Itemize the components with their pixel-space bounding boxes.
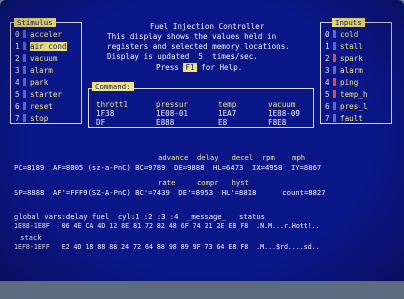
stimulus-indicator-icon	[23, 54, 26, 62]
stimulus-item-number: 6	[15, 102, 20, 111]
stimulus-item[interactable]: 1 air cond	[15, 42, 67, 51]
intro-line-2: registers and selected memory locations.	[107, 42, 290, 51]
memory-line-2: 1EF8-1EFF E2 4D 18 88 88 24 72 64 88 98 …	[14, 243, 320, 251]
stimulus-item-number: 1	[15, 42, 20, 51]
stimulus-indicator-icon	[23, 30, 26, 38]
command-value2-pressure: E888	[156, 118, 175, 127]
inputs-item-label: ping	[340, 78, 359, 87]
command-value-throttle: 1F38	[96, 109, 115, 118]
inputs-item[interactable]: 5 temp_h	[325, 90, 367, 99]
stimulus-item[interactable]: 7 stop	[15, 114, 48, 123]
stimulus-indicator-icon	[23, 42, 26, 50]
inputs-item-number: 0	[325, 30, 330, 39]
stimulus-item-label: stop	[30, 114, 49, 123]
stimulus-item[interactable]: 3 alarm	[15, 66, 53, 75]
intro-line-1: This display shows the values held in	[107, 32, 277, 41]
stimulus-item[interactable]: 0 acceler	[15, 30, 62, 39]
stimulus-item-number: 5	[15, 90, 20, 99]
inputs-indicator-icon	[333, 78, 336, 86]
stimulus-item-number: 3	[15, 66, 20, 75]
command-header-temp: temp	[218, 100, 237, 109]
inputs-item[interactable]: 0 cold	[325, 30, 358, 39]
stimulus-item-label: park	[30, 78, 49, 87]
command-header-throttle: thrott1	[96, 100, 129, 109]
command-value-pressure: 1E08-01	[156, 109, 189, 118]
stimulus-indicator-icon	[23, 66, 26, 74]
command-value-temp: 1EA7	[218, 109, 237, 118]
inputs-item-label: alarm	[340, 66, 363, 75]
stimulus-item-number: 0	[15, 30, 20, 39]
stimulus-item-label: vacuum	[30, 54, 58, 63]
inputs-item-label: spark	[340, 54, 363, 63]
inputs-item[interactable]: 6 pres_l	[325, 102, 367, 111]
stimulus-item-label: starter	[30, 90, 63, 99]
command-header-vacuum: vacuum	[268, 100, 296, 109]
help-post: for Help.	[201, 63, 243, 72]
stimulus-indicator-icon	[23, 102, 26, 110]
stimulus-indicator-icon	[23, 114, 26, 122]
command-header-pressure: pressur	[156, 100, 189, 109]
stimulus-item-number: 2	[15, 54, 20, 63]
stack-label: stack	[20, 233, 42, 242]
inputs-item-number: 2	[325, 54, 330, 63]
inputs-item[interactable]: 2 spark	[325, 54, 363, 63]
inputs-item[interactable]: 7 fault	[325, 114, 363, 123]
inputs-indicator-icon	[333, 30, 336, 38]
memory-line-1: 1E88-1E8F 06 4E CA 4D 12 8E 81 72 82 48 …	[14, 222, 320, 230]
page-title: Fuel Injection Controller	[150, 22, 265, 31]
register-line-1: PC=8189 AF=8005 (sz-a-PnC) BC=9789 DE=98…	[14, 163, 322, 172]
command-value2-temp: E8	[218, 118, 228, 127]
inputs-item-number: 7	[325, 114, 330, 123]
inputs-item-label: fault	[340, 114, 363, 123]
inputs-item-number: 5	[325, 90, 330, 99]
stimulus-item-number: 7	[15, 114, 20, 123]
inputs-item[interactable]: 1 stall	[325, 42, 363, 51]
command-title[interactable]: Command:	[92, 82, 134, 91]
help-key[interactable]: F1	[183, 63, 197, 72]
stimulus-item-label: reset	[30, 102, 53, 111]
intro-line-3: Display is updated 5 times/sec.	[107, 52, 258, 61]
stimulus-item-number: 4	[15, 78, 20, 87]
inputs-indicator-icon	[333, 90, 336, 98]
inputs-indicator-icon	[333, 42, 336, 50]
inputs-item-number: 6	[325, 102, 330, 111]
stimulus-item[interactable]: 6 reset	[15, 102, 53, 111]
stimulus-item-label: acceler	[30, 30, 63, 39]
monitor-bezel	[0, 281, 404, 299]
inputs-item-label: pres_l	[340, 102, 368, 111]
inputs-item-label: cold	[340, 30, 359, 39]
inputs-item-label: temp_h	[340, 90, 368, 99]
inputs-item[interactable]: 3 alarm	[325, 66, 363, 75]
stimulus-item[interactable]: 5 starter	[15, 90, 62, 99]
inputs-indicator-icon	[333, 114, 336, 122]
stimulus-indicator-icon	[23, 78, 26, 86]
inputs-indicator-icon	[333, 54, 336, 62]
command-value2-vacuum: F8E8	[268, 118, 287, 127]
command-value2-throttle: DF	[96, 118, 106, 127]
inputs-item-number: 4	[325, 78, 330, 87]
terminal-screen: Stimulus 0 acceler 1 air cond 2 vacuum 3 alarm 4…	[0, 0, 404, 299]
register-labels-2: rate compr hyst	[158, 178, 249, 187]
stimulus-item[interactable]: 2 vacuum	[15, 54, 57, 63]
inputs-item-label: stall	[340, 42, 363, 51]
inputs-item-number: 1	[325, 42, 330, 51]
inputs-item-number: 3	[325, 66, 330, 75]
inputs-item[interactable]: 4 ping	[325, 78, 358, 87]
memory-header: global vars:delay fuel cyl:1 :2 :3 :4 _m…	[14, 212, 265, 221]
stimulus-item[interactable]: 4 park	[15, 78, 48, 87]
register-line-2: SP=8888 AF'=FFF9(SZ-A-PnC) BC'=7439 DE'=…	[14, 188, 326, 197]
inputs-indicator-icon	[333, 102, 336, 110]
stimulus-item-label: air cond	[30, 42, 67, 51]
help-hint: Press F1 for Help.	[156, 63, 242, 72]
inputs-title: Inputs	[332, 18, 365, 27]
command-value-vacuum: 1E88-09	[268, 109, 301, 118]
register-labels-1: advance delay decel rpm mph	[158, 153, 306, 162]
stimulus-indicator-icon	[23, 90, 26, 98]
help-pre: Press	[156, 63, 179, 72]
stimulus-title: Stimulus	[14, 18, 56, 27]
stimulus-item-label: alarm	[30, 66, 53, 75]
inputs-indicator-icon	[333, 66, 336, 74]
